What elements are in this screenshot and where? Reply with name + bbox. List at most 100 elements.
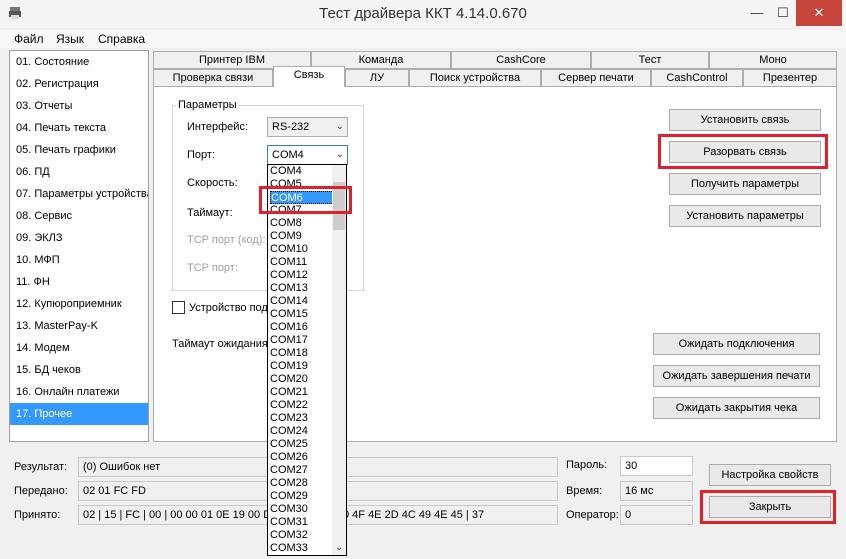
tab-test[interactable]: Тест <box>591 51 709 69</box>
dropdown-item[interactable]: COM17 <box>270 334 334 347</box>
section-item[interactable]: 11. ФН <box>10 271 148 293</box>
dropdown-item[interactable]: COM28 <box>270 477 334 490</box>
dropdown-item[interactable]: COM11 <box>270 256 334 269</box>
section-item[interactable]: 10. МФП <box>10 249 148 271</box>
password-label: Пароль: <box>566 459 608 471</box>
dropdown-item[interactable]: COM33 <box>270 542 334 555</box>
section-item-selected[interactable]: 17. Прочее <box>10 403 148 425</box>
dropdown-item[interactable]: COM12 <box>270 269 334 282</box>
dropdown-item[interactable]: COM14 <box>270 295 334 308</box>
timeout-label: Таймаут: <box>187 207 233 219</box>
dropdown-item[interactable]: COM8 <box>270 217 334 230</box>
dropdown-item[interactable]: COM30 <box>270 503 334 516</box>
section-item[interactable]: 13. MasterPay-K <box>10 315 148 337</box>
section-item[interactable]: 12. Купюроприемник <box>10 293 148 315</box>
section-item[interactable]: 06. ПД <box>10 161 148 183</box>
sent-label: Передано: <box>14 485 68 497</box>
section-item[interactable]: 15. БД чеков <box>10 359 148 381</box>
device-checkbox-label: Устройство под <box>189 302 268 314</box>
section-item[interactable]: 03. Отчеты <box>10 95 148 117</box>
dropdown-item[interactable]: COM31 <box>270 516 334 529</box>
section-item[interactable]: 05. Печать графики <box>10 139 148 161</box>
received-label: Принято: <box>14 509 61 521</box>
tab-lu[interactable]: ЛУ <box>345 69 409 87</box>
dropdown-item[interactable]: COM32 <box>270 529 334 542</box>
menu-language[interactable]: Язык <box>56 32 84 46</box>
window-title: Тест драйвера ККТ 4.14.0.670 <box>319 5 527 22</box>
params-group-title: Параметры <box>176 99 239 111</box>
dropdown-item[interactable]: COM26 <box>270 451 334 464</box>
get-params-button[interactable]: Получить параметры <box>669 173 821 195</box>
speed-label: Скорость: <box>187 177 238 189</box>
wait-print-button[interactable]: Ожидать завершения печати <box>653 365 820 387</box>
dropdown-item[interactable]: COM21 <box>270 386 334 399</box>
section-item[interactable]: 14. Модем <box>10 337 148 359</box>
port-select[interactable]: COM4 ⌄ <box>267 145 348 165</box>
interface-value: RS-232 <box>272 121 310 133</box>
tab-presenter[interactable]: Презентер <box>743 69 837 87</box>
dropdown-item[interactable]: COM16 <box>270 321 334 334</box>
minimize-button[interactable]: — <box>744 0 770 26</box>
section-item[interactable]: 16. Онлайн платежи <box>10 381 148 403</box>
device-checkbox[interactable] <box>172 301 185 314</box>
highlight-box <box>700 490 836 524</box>
title-bar: Тест драйвера ККТ 4.14.0.670 — ☐ ✕ <box>0 0 846 28</box>
wait-connect-button[interactable]: Ожидать подключения <box>653 333 820 355</box>
section-item[interactable]: 04. Печать текста <box>10 117 148 139</box>
menu-file[interactable]: Файл <box>14 32 44 46</box>
received-value-tail: 0 4F 4E 2D 4C 49 4E 45 | 37 <box>343 509 485 521</box>
section-item[interactable]: 07. Параметры устройства <box>10 183 148 205</box>
menu-bar: Файл Язык Справка <box>0 30 846 48</box>
port-label: Порт: <box>187 149 215 161</box>
tab-mono[interactable]: Моно <box>709 51 837 69</box>
menu-help[interactable]: Справка <box>98 32 145 46</box>
dropdown-item[interactable]: COM25 <box>270 438 334 451</box>
dropdown-item[interactable]: COM22 <box>270 399 334 412</box>
connect-button[interactable]: Установить связь <box>669 109 821 131</box>
operator-field: 0 <box>620 505 693 525</box>
section-list: 01. Состояние 02. Регистрация 03. Отчеты… <box>9 50 149 442</box>
tab-device-search[interactable]: Поиск устройства <box>409 69 541 87</box>
password-field[interactable]: 30 <box>620 456 693 476</box>
tab-connection-check[interactable]: Проверка связи <box>153 69 273 87</box>
section-item[interactable]: 09. ЭКЛЗ <box>10 227 148 249</box>
received-value: 02 | 15 | FC | 00 | 00 00 01 0E 19 00 D8 <box>83 509 278 521</box>
wait-receipt-button[interactable]: Ожидать закрытия чека <box>653 397 820 419</box>
dropdown-item[interactable]: COM29 <box>270 490 334 503</box>
time-label: Время: <box>566 485 603 497</box>
dropdown-item[interactable]: COM10 <box>270 243 334 256</box>
highlight-box <box>259 186 352 214</box>
tcp-port-label: TCP порт: <box>187 262 238 274</box>
dropdown-item[interactable]: COM19 <box>270 360 334 373</box>
section-item[interactable]: 08. Сервис <box>10 205 148 227</box>
tab-cashcontrol[interactable]: CashControl <box>651 69 743 87</box>
operator-label: Оператор: <box>566 509 619 521</box>
scroll-down-icon[interactable]: ⌄ <box>335 542 343 553</box>
settings-button[interactable]: Настройка свойств <box>709 464 831 486</box>
close-window-button[interactable]: ✕ <box>796 0 842 26</box>
port-value: COM4 <box>272 149 304 161</box>
dropdown-item[interactable]: COM15 <box>270 308 334 321</box>
result-label: Результат: <box>14 461 68 473</box>
dropdown-item[interactable]: COM9 <box>270 230 334 243</box>
dropdown-item[interactable]: COM23 <box>270 412 334 425</box>
dropdown-item[interactable]: COM4 <box>270 165 334 178</box>
maximize-button[interactable]: ☐ <box>770 0 796 26</box>
dropdown-scrollbar[interactable]: ⌄ <box>332 165 346 555</box>
set-params-button[interactable]: Установить параметры <box>669 205 821 227</box>
section-item[interactable]: 01. Состояние <box>10 51 148 73</box>
dropdown-item[interactable]: COM13 <box>270 282 334 295</box>
dropdown-item[interactable]: COM24 <box>270 425 334 438</box>
tab-connection[interactable]: Связь <box>273 66 345 87</box>
section-item[interactable]: 02. Регистрация <box>10 73 148 95</box>
tab-print-server[interactable]: Сервер печати <box>541 69 651 87</box>
dropdown-item[interactable]: COM18 <box>270 347 334 360</box>
dropdown-item[interactable]: COM20 <box>270 373 334 386</box>
time-field: 16 мс <box>620 481 693 501</box>
chevron-down-icon: ⌄ <box>335 149 344 160</box>
dropdown-item[interactable]: COM27 <box>270 464 334 477</box>
interface-label: Интерфейс: <box>187 121 248 133</box>
tcp-port-code-label: TCP порт (код): <box>187 234 266 246</box>
tab-cashcore[interactable]: CashCore <box>451 51 591 69</box>
interface-select[interactable]: RS-232 ⌄ <box>267 117 348 137</box>
